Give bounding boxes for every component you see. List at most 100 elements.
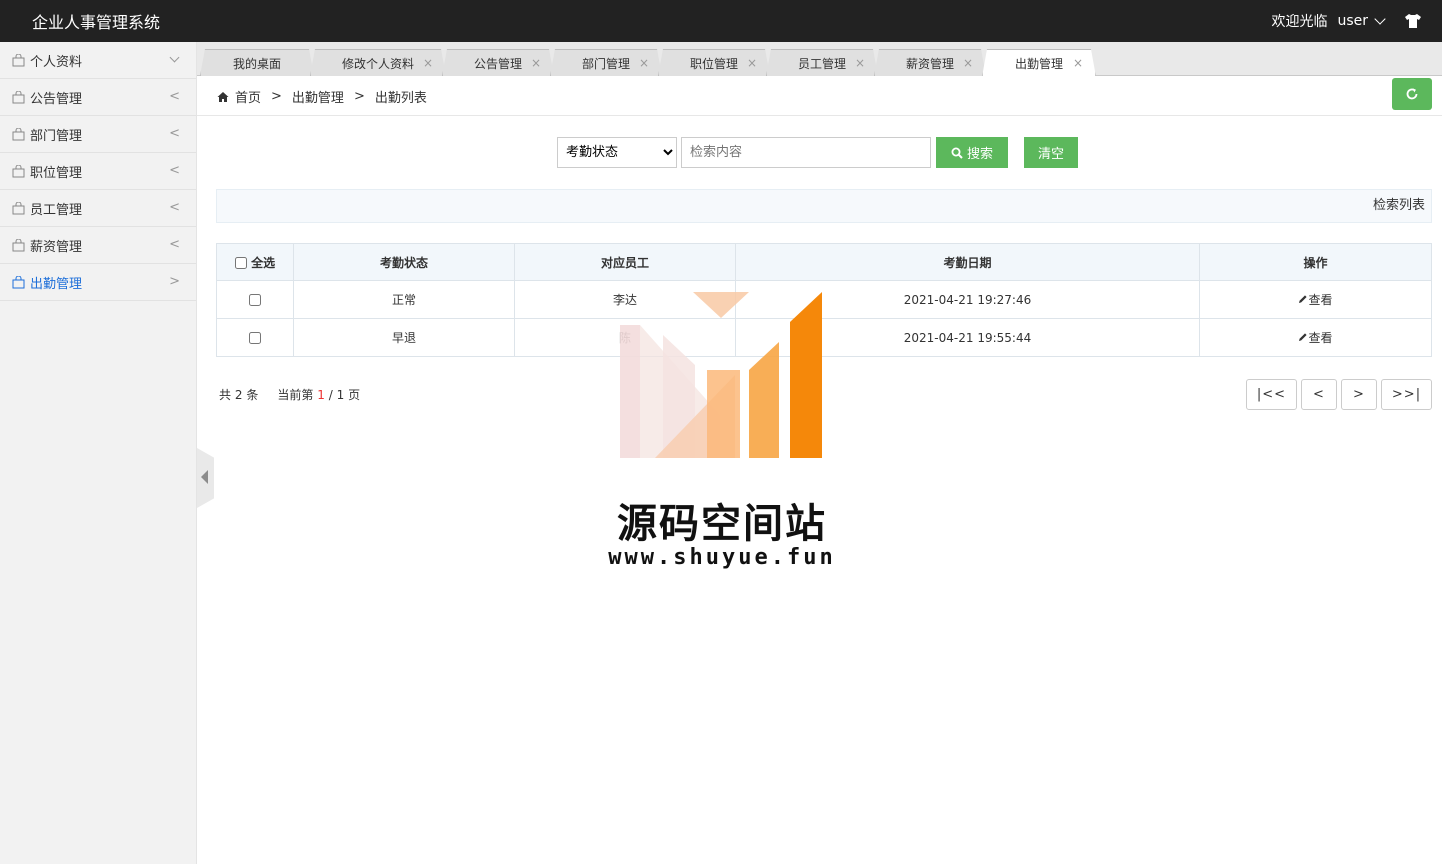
chevron-left-icon: < [169, 126, 180, 141]
sidebar-item-label: 个人资料 [30, 54, 83, 70]
chevron-left-icon: < [169, 200, 180, 215]
pencil-icon [1299, 333, 1308, 341]
close-icon[interactable]: × [855, 56, 865, 70]
sidebar-item-label: 出勤管理 [30, 276, 83, 292]
sidebar-item-notices[interactable]: 公告管理 < [0, 79, 196, 116]
tab-desktop[interactable]: 我的桌面 [200, 49, 314, 76]
sidebar-item-positions[interactable]: 职位管理 < [0, 153, 196, 190]
tab-label: 薪资管理 [905, 56, 954, 71]
view-link[interactable]: 查看 [1298, 293, 1333, 307]
app-title: 企业人事管理系统 [32, 13, 161, 32]
close-icon[interactable]: × [639, 56, 649, 70]
close-icon[interactable]: × [1073, 56, 1083, 70]
pagination-info: 共 2 条 当前第 1 / 1 页 [219, 386, 360, 403]
tab-positions[interactable]: 职位管理 × [658, 49, 770, 76]
breadcrumb-page: 出勤列表 [374, 91, 427, 106]
bag-icon [12, 90, 25, 103]
column-header-status: 考勤状态 [293, 243, 515, 281]
status-cell: 正常 [293, 280, 515, 319]
search-bar: 考勤状态 搜索 清空 [557, 137, 1078, 168]
breadcrumb-separator: > [271, 89, 282, 104]
list-title: 检索列表 [1372, 198, 1425, 213]
chevron-left-icon: < [169, 163, 180, 178]
view-link-label: 查看 [1308, 331, 1333, 345]
current-prefix: 当前第 [277, 388, 314, 402]
prev-page-button[interactable]: < [1301, 379, 1337, 410]
sidebar-item-label: 薪资管理 [30, 239, 83, 255]
total-suffix: 条 [246, 388, 259, 402]
search-button[interactable]: 搜索 [936, 137, 1008, 168]
action-cell: 查看 [1199, 280, 1432, 319]
total-count: 2 [234, 388, 243, 402]
status-cell: 早退 [293, 318, 515, 357]
clear-button[interactable]: 清空 [1024, 137, 1078, 168]
breadcrumb-home[interactable]: 首页 [235, 87, 261, 106]
select-all-label: 全选 [251, 255, 276, 270]
bag-icon [12, 275, 25, 288]
bag-icon [12, 53, 25, 66]
tab-edit-profile[interactable]: 修改个人资料 × [310, 49, 446, 76]
refresh-icon [1406, 88, 1418, 100]
select-all-header[interactable]: 全选 [216, 243, 294, 281]
refresh-button[interactable] [1392, 78, 1432, 110]
last-page-button[interactable]: >>| [1381, 379, 1432, 410]
breadcrumb-section[interactable]: 出勤管理 [292, 87, 344, 106]
pencil-icon [1299, 295, 1308, 303]
sidebar-item-attendance[interactable]: 出勤管理 > [0, 264, 196, 301]
close-icon[interactable]: × [963, 56, 973, 70]
tab-label: 修改个人资料 [341, 56, 414, 71]
user-menu[interactable]: user [1337, 13, 1386, 29]
select-all-checkbox[interactable] [234, 257, 247, 269]
list-title-bar: 检索列表 [216, 189, 1432, 223]
sidebar-collapse-handle[interactable] [197, 448, 214, 508]
tab-bar: 我的桌面 修改个人资料 × 公告管理 × 部门管理 × 职位管理 × 员工管理 … [197, 42, 1442, 76]
next-page-button[interactable]: > [1341, 379, 1377, 410]
search-input[interactable] [681, 137, 931, 168]
first-page-button[interactable]: |<< [1246, 379, 1297, 410]
tab-label: 职位管理 [689, 56, 738, 71]
tab-label: 公告管理 [473, 56, 522, 71]
home-icon [217, 91, 229, 102]
bag-icon [12, 127, 25, 140]
top-bar: 企业人事管理系统 欢迎光临 user [0, 0, 1442, 42]
watermark-url: www.shuyue.fun [608, 545, 836, 570]
watermark-title: 源码空间站 [617, 501, 827, 547]
tab-attendance[interactable]: 出勤管理 × [982, 49, 1096, 77]
tab-label: 我的桌面 [232, 56, 281, 71]
view-link-label: 查看 [1308, 293, 1333, 307]
status-select[interactable]: 考勤状态 [557, 137, 677, 168]
sidebar-item-profile[interactable]: 个人资料 [0, 42, 196, 79]
tab-employees[interactable]: 员工管理 × [766, 49, 878, 76]
search-button-label: 搜索 [966, 147, 993, 162]
close-icon[interactable]: × [423, 56, 433, 70]
tab-salary[interactable]: 薪资管理 × [874, 49, 986, 76]
sidebar-item-label: 职位管理 [30, 165, 83, 181]
welcome-text: 欢迎光临 [1271, 14, 1328, 30]
total-prefix: 共 [219, 388, 232, 402]
tab-label: 部门管理 [581, 56, 630, 71]
sidebar-item-salary[interactable]: 薪资管理 < [0, 227, 196, 264]
sidebar-item-employees[interactable]: 员工管理 < [0, 190, 196, 227]
close-icon[interactable]: × [747, 56, 757, 70]
theme-shirt-icon[interactable] [1404, 13, 1422, 29]
sidebar-item-departments[interactable]: 部门管理 < [0, 116, 196, 153]
breadcrumb: 首页 > 出勤管理 > 出勤列表 [217, 87, 427, 106]
tab-departments[interactable]: 部门管理 × [550, 49, 662, 76]
page-slash: / [328, 388, 333, 402]
view-link[interactable]: 查看 [1298, 331, 1333, 345]
clear-button-label: 清空 [1037, 147, 1064, 162]
close-icon[interactable]: × [531, 56, 541, 70]
bag-icon [12, 238, 25, 251]
table-header-row: 全选 考勤状态 对应员工 考勤日期 操作 [216, 243, 1432, 281]
action-cell: 查看 [1199, 318, 1432, 357]
bag-icon [12, 164, 25, 177]
top-right-area: 欢迎光临 user [1271, 11, 1422, 31]
total-pages: 1 [336, 388, 345, 402]
row-select-cell [216, 280, 294, 319]
sidebar-item-label: 公告管理 [30, 91, 83, 107]
tab-notices[interactable]: 公告管理 × [442, 49, 554, 76]
sidebar: 个人资料 公告管理 < 部门管理 < 职位管理 < 员工管理 < 薪资管理 < … [0, 42, 197, 864]
row-checkbox[interactable] [249, 332, 261, 344]
row-checkbox[interactable] [249, 294, 261, 306]
pagination-controls: |<< < > >>| [1242, 379, 1432, 410]
